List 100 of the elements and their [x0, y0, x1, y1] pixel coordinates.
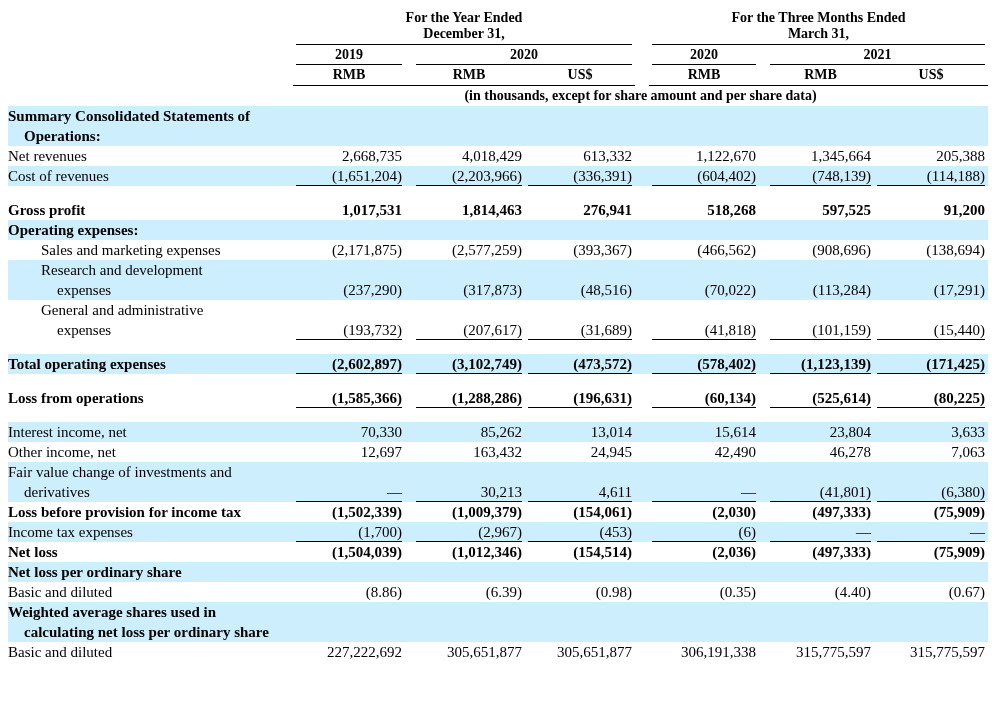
value-cell: (2,967)	[478, 524, 522, 540]
value-cell: (2,602,897)	[332, 356, 402, 372]
value-cell: 163,432	[473, 444, 522, 460]
value-cell: (75,909)	[933, 504, 985, 520]
value-cell: 91,200	[943, 202, 985, 218]
value-cell: 30,213	[480, 484, 522, 500]
value-cell: (6.39)	[485, 584, 522, 600]
row-label: Income tax expenses	[8, 524, 133, 540]
value-cell: 613,332	[583, 148, 632, 164]
value-cell: 518,268	[707, 202, 756, 218]
row-label: Fair value change of investments and derivatives	[8, 464, 232, 500]
value-cell: 306,191,338	[681, 644, 756, 660]
section-heading: Summary Consolidated Statements of Operations:	[8, 108, 251, 144]
value-cell: (154,061)	[573, 504, 632, 520]
section-heading: Weighted average shares used in calculating net loss per ordinary share	[8, 604, 269, 640]
currency-heading: RMB	[452, 67, 486, 82]
value-cell: (237,290)	[343, 282, 402, 298]
value-cell: (3,102,749)	[452, 356, 522, 372]
value-cell: (70,022)	[704, 282, 756, 298]
value-cell: (525,614)	[812, 390, 871, 406]
value-cell: (41,801)	[819, 484, 871, 500]
value-cell: (31,689)	[580, 322, 632, 338]
value-cell: 305,651,877	[447, 644, 522, 660]
value-cell: (113,284)	[812, 282, 871, 298]
value-cell: (75,909)	[933, 544, 985, 560]
value-cell: 205,388	[936, 148, 985, 164]
value-cell: (171,425)	[926, 356, 985, 372]
currency-heading: RMB	[687, 67, 721, 82]
value-cell: (453)	[599, 524, 632, 540]
value-cell: (1,288,286)	[452, 390, 522, 406]
currency-heading: US$	[918, 67, 944, 82]
value-cell: (336,391)	[573, 168, 632, 184]
value-cell: 2,668,735	[342, 148, 402, 164]
value-cell: 276,941	[583, 202, 632, 218]
row-label: Gross profit	[8, 202, 86, 218]
value-cell: (6,380)	[941, 484, 985, 500]
value-cell: (207,617)	[463, 322, 522, 338]
value-cell: 24,945	[590, 444, 632, 460]
row-label: Cost of revenues	[8, 168, 109, 184]
value-cell: 13,014	[590, 424, 632, 440]
value-cell: 1,017,531	[342, 202, 402, 218]
row-label: Interest income, net	[8, 424, 127, 440]
value-cell: (2,171,875)	[332, 242, 402, 258]
year-heading: 2021	[863, 47, 892, 62]
value-cell: (604,402)	[697, 168, 756, 184]
currency-heading: US$	[567, 67, 593, 82]
value-cell: (908,696)	[812, 242, 871, 258]
value-cell: (1,502,339)	[332, 504, 402, 520]
currency-heading: RMB	[332, 67, 366, 82]
unit-note: (in thousands, except for share amount and per share data)	[464, 88, 817, 103]
year-heading: 2020	[690, 47, 718, 62]
value-cell: (15,440)	[933, 322, 985, 338]
column-group-heading: For the Three Months Ended March 31,	[730, 10, 907, 42]
row-label: Total operating expenses	[8, 356, 166, 372]
value-cell: (41,818)	[704, 322, 756, 338]
value-cell: (497,333)	[812, 504, 871, 520]
year-heading: 2020	[510, 47, 538, 62]
value-cell: (8.86)	[365, 584, 402, 600]
value-cell: (1,585,366)	[332, 390, 402, 406]
value-cell: (1,123,139)	[801, 356, 871, 372]
value-cell: (154,514)	[573, 544, 632, 560]
value-cell: (317,873)	[463, 282, 522, 298]
row-label: Research and development expenses	[41, 262, 203, 298]
row-label: Net revenues	[8, 148, 87, 164]
value-cell: (1,504,039)	[332, 544, 402, 560]
value-cell: 3,633	[951, 424, 985, 440]
value-cell: 597,525	[822, 202, 871, 218]
value-cell: (1,012,346)	[452, 544, 522, 560]
value-cell: (17,291)	[933, 282, 985, 298]
value-cell: 4,611	[598, 484, 632, 500]
row-label: Loss before provision for income tax	[8, 504, 241, 520]
value-cell: (114,188)	[926, 168, 985, 184]
value-cell: (2,577,259)	[452, 242, 522, 258]
value-cell: (393,367)	[573, 242, 632, 258]
value-cell: —	[970, 524, 985, 540]
value-cell: (2,030)	[712, 504, 756, 520]
value-cell: 85,262	[480, 424, 522, 440]
value-cell: (1,651,204)	[332, 168, 402, 184]
value-cell: (193,732)	[343, 322, 402, 338]
row-label: Basic and diluted	[8, 644, 113, 660]
year-heading: 2019	[335, 47, 363, 62]
value-cell: (1,009,379)	[452, 504, 522, 520]
value-cell: (101,159)	[812, 322, 871, 338]
value-cell: 1,814,463	[462, 202, 522, 218]
value-cell: —	[856, 524, 871, 540]
row-label: Loss from operations	[8, 390, 144, 406]
value-cell: 305,651,877	[557, 644, 632, 660]
value-cell: 70,330	[360, 424, 402, 440]
value-cell: (2,203,966)	[452, 168, 522, 184]
value-cell: (4.40)	[834, 584, 871, 600]
value-cell: 23,804	[829, 424, 871, 440]
value-cell: (80,225)	[933, 390, 985, 406]
value-cell: (473,572)	[573, 356, 632, 372]
value-cell: (138,694)	[926, 242, 985, 258]
column-group-heading: For the Year Ended December 31,	[404, 10, 524, 42]
value-cell: (748,139)	[812, 168, 871, 184]
value-cell: (1,700)	[358, 524, 402, 540]
value-cell: (48,516)	[580, 282, 632, 298]
value-cell: 46,278	[829, 444, 871, 460]
value-cell: 42,490	[714, 444, 756, 460]
